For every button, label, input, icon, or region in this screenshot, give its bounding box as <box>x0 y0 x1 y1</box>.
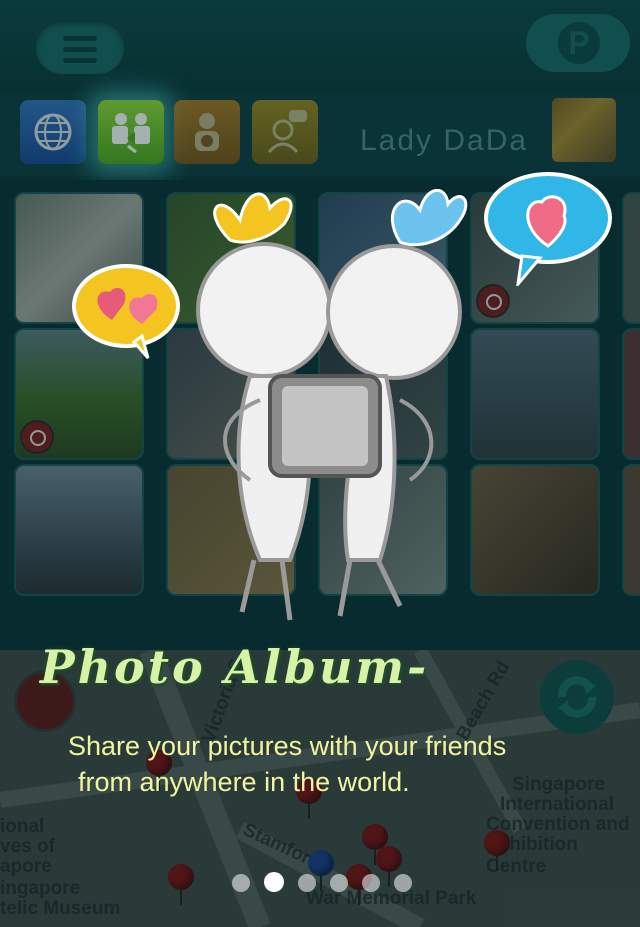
map-pin[interactable] <box>376 846 402 887</box>
page-indicator <box>232 872 426 894</box>
p-logo-icon: P <box>558 22 600 64</box>
tab-chat[interactable] <box>252 100 318 164</box>
page-dot[interactable] <box>232 874 250 892</box>
refresh-icon <box>557 676 597 718</box>
page-dot[interactable] <box>330 874 348 892</box>
hamburger-icon <box>63 36 97 69</box>
person-icon <box>195 113 219 151</box>
photo-thumbnail[interactable] <box>622 464 640 596</box>
feature-title: Photo Album- <box>40 640 430 694</box>
feature-description-line: from anywhere in the world. <box>78 767 410 797</box>
map-label: ves of <box>0 836 55 857</box>
map-label: telic Museum <box>0 898 121 919</box>
page-dot[interactable] <box>394 874 412 892</box>
heart-bubble-icon <box>72 264 180 359</box>
map-label: ional <box>0 816 45 837</box>
chat-person-icon <box>267 110 307 154</box>
page-dot-active[interactable] <box>264 872 284 892</box>
map-label: apore <box>0 856 52 877</box>
photo-thumbnail[interactable] <box>14 464 144 596</box>
page-dot[interactable] <box>298 874 316 892</box>
user-name: Lady DaDa <box>360 124 529 157</box>
map-label: ingapore <box>0 878 81 899</box>
profile-logo-button[interactable]: P <box>526 14 630 72</box>
feature-description-line: Share your pictures with your friends <box>68 731 507 761</box>
menu-button[interactable] <box>36 22 124 74</box>
heart-bubble-icon <box>484 172 612 286</box>
tab-profile[interactable] <box>174 100 240 164</box>
map-pin[interactable] <box>168 864 194 905</box>
page-dot[interactable] <box>362 874 380 892</box>
photo-thumbnail[interactable] <box>622 192 640 324</box>
mascot-illustration <box>196 188 468 621</box>
globe-icon <box>34 113 72 151</box>
refresh-button[interactable] <box>540 660 614 734</box>
top-bar: P <box>0 0 640 90</box>
tab-share[interactable] <box>98 100 164 164</box>
avatar[interactable] <box>552 98 616 162</box>
share-icon <box>112 113 150 154</box>
tab-bar: Lady DaDa <box>0 92 640 176</box>
clock-icon <box>20 420 54 454</box>
photo-thumbnail[interactable] <box>622 328 640 460</box>
map-label: Convention and <box>486 814 630 835</box>
feature-description: Share your pictures with your friends fr… <box>68 728 608 800</box>
tab-globe[interactable] <box>20 100 86 164</box>
map-pin[interactable] <box>484 830 510 871</box>
